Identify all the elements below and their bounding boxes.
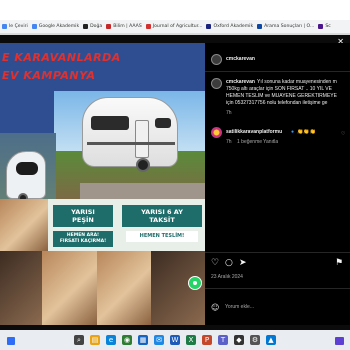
emoji-icon[interactable]: ☺ — [211, 303, 219, 312]
offer-line: YARISI — [71, 208, 95, 216]
comment-reply[interactable]: Yanıtla — [263, 139, 278, 145]
bookmark-label: Journal of Agricultur... — [152, 24, 203, 29]
banner-headline-2: EV KAMPANYA — [2, 69, 96, 82]
teams-icon[interactable]: T — [218, 335, 228, 345]
powerpoint-icon[interactable]: P — [202, 335, 212, 345]
caravan-wheel — [136, 158, 150, 172]
bookmark-label: le Çeviri — [9, 24, 28, 29]
bookmark-search-results[interactable]: Arama Sonuçları | O... — [257, 24, 314, 29]
comment-emoji: 👏👏👏 — [297, 129, 316, 135]
share-icon[interactable]: ➤ — [239, 259, 247, 268]
caravan-window — [91, 116, 129, 130]
translate-icon — [2, 24, 7, 29]
taskbar: ⌕ ▤ e ◉ ▦ ✉ W X P T ◆ ⚙ ▲ — [0, 330, 350, 350]
post-image[interactable]: E KARAVANLARDA EV KAMPANYA YARISI PEŞİN — [0, 43, 205, 325]
commenter-avatar[interactable] — [211, 127, 222, 138]
whatsapp-icon — [188, 276, 202, 290]
widgets-icon[interactable] — [7, 337, 15, 345]
offer-installment: YARISI 6 AY TAKSİT — [122, 205, 202, 227]
comment-like-heart-icon[interactable]: ♡ — [341, 131, 345, 137]
post-side-panel: cmckarevan cmckarevan Yıl sonuna kadar m… — [205, 43, 350, 325]
offer-half-cash: YARISI PEŞİN — [53, 205, 113, 227]
mail-icon[interactable]: ✉ — [154, 335, 164, 345]
browser-tabstrip — [0, 0, 350, 20]
bookmark-journal[interactable]: Journal of Agricultur... — [145, 24, 203, 29]
post-modal: E KARAVANLARDA EV KAMPANYA YARISI PEŞİN — [0, 43, 350, 325]
oxford-icon — [206, 24, 212, 29]
search-icon[interactable]: ⌕ — [74, 335, 84, 345]
caravan-door — [135, 120, 149, 158]
science-icon — [106, 24, 112, 29]
caption-line: 750kg altı araçlar için SON FIRSAT .. 10… — [226, 86, 332, 92]
bookmark-translate[interactable]: le Çeviri — [2, 24, 28, 29]
bookmark-label: Arama Sonuçları | O... — [264, 24, 315, 29]
bookmark-sc[interactable]: Sc — [318, 24, 331, 29]
tray-app-icon[interactable] — [335, 337, 344, 345]
verified-badge-icon: ● — [291, 129, 295, 135]
save-bookmark-icon[interactable]: ⚑ — [335, 259, 343, 268]
caption-avatar[interactable] — [211, 78, 222, 89]
file-explorer-icon[interactable]: ▤ — [90, 335, 100, 345]
offer-line: PEŞİN — [72, 216, 94, 224]
vpn-icon[interactable]: ◆ — [234, 335, 244, 345]
interior-photo-bottom-2 — [42, 251, 97, 325]
caravan-illustration — [82, 97, 178, 167]
caption-line: Yıl sonuna kadar muayenesinden m — [257, 79, 337, 85]
offer-line: YARISI 6 AY — [141, 208, 183, 216]
caravan-stripe — [87, 142, 175, 145]
offer-call-now: HEMEN ARA! FIRSATI KAÇIRMA! — [53, 231, 113, 247]
caption-line: HEMEN TESLİM ve MUAYENE GEREKTİRMEYE — [226, 93, 337, 99]
comment-icon[interactable]: ○ — [225, 259, 233, 268]
commenter-username[interactable]: satilikkaravanplatformu — [226, 129, 282, 135]
caption-age: 7h — [226, 110, 232, 116]
interior-photo-bottom-1 — [0, 251, 42, 325]
offer-line: FIRSATI KAÇIRMA! — [59, 239, 107, 244]
bookmark-label: Google Akademik — [38, 24, 80, 29]
comment-likes[interactable]: 1 beğenme — [237, 139, 262, 145]
bookmark-nature[interactable]: Doğa — [83, 24, 102, 29]
actions-divider — [205, 252, 350, 253]
nature-icon — [83, 24, 89, 29]
bookmark-label: Doğa — [90, 24, 103, 29]
teardrop-window — [16, 162, 38, 175]
caravan-window-front — [155, 118, 171, 128]
edge-icon[interactable]: e — [106, 335, 116, 345]
sc-icon — [318, 24, 324, 29]
like-heart-icon[interactable]: ♡ — [211, 259, 219, 268]
comment-age: 7h — [226, 139, 232, 145]
interior-photo-left — [0, 199, 48, 251]
scholar-icon — [31, 24, 37, 29]
chrome-icon[interactable]: ◉ — [122, 335, 132, 345]
bookmarks-bar: le Çeviri Google Akademik Doğa Bilim | A… — [0, 20, 350, 34]
author-avatar[interactable] — [211, 54, 222, 65]
word-icon[interactable]: W — [170, 335, 180, 345]
settings-icon[interactable]: ⚙ — [250, 335, 260, 345]
search-results-icon — [257, 24, 263, 29]
post-date: 23 Aralık 2024 — [211, 274, 243, 280]
screen: le Çeviri Google Akademik Doğa Bilim | A… — [0, 0, 350, 350]
header-divider — [205, 71, 350, 72]
bookmark-label: Bilim | AAAS — [113, 24, 142, 29]
photos-icon[interactable]: ▲ — [266, 335, 276, 345]
interior-photo-bottom-3 — [97, 251, 151, 325]
bookmark-oxford[interactable]: Oxford Akademik — [206, 24, 253, 29]
bookmark-label: Oxford Akademik — [213, 24, 254, 29]
caption-line: için 05327317756 nolu telefondan iletişi… — [226, 100, 328, 106]
author-username[interactable]: cmckarevan — [226, 56, 255, 62]
journal-icon — [145, 24, 151, 29]
bookmark-label: Sc — [325, 24, 331, 29]
comment-input[interactable]: Yorum ekle... — [225, 304, 325, 310]
offer-deliver-now: HEMEN TESLİM! — [126, 231, 198, 242]
excel-icon[interactable]: X — [186, 335, 196, 345]
store-icon[interactable]: ▦ — [138, 335, 148, 345]
bookmark-google-scholar[interactable]: Google Akademik — [31, 24, 80, 29]
banner-headline-1: E KARAVANLARDA — [2, 51, 121, 64]
teardrop-caravan — [6, 151, 46, 199]
offer-line: TAKSİT — [149, 216, 175, 224]
whatsapp-dot — [193, 281, 197, 285]
bookmark-science[interactable]: Bilim | AAAS — [106, 24, 142, 29]
comment-divider — [205, 288, 350, 289]
caption-author[interactable]: cmckarevan — [226, 79, 255, 85]
